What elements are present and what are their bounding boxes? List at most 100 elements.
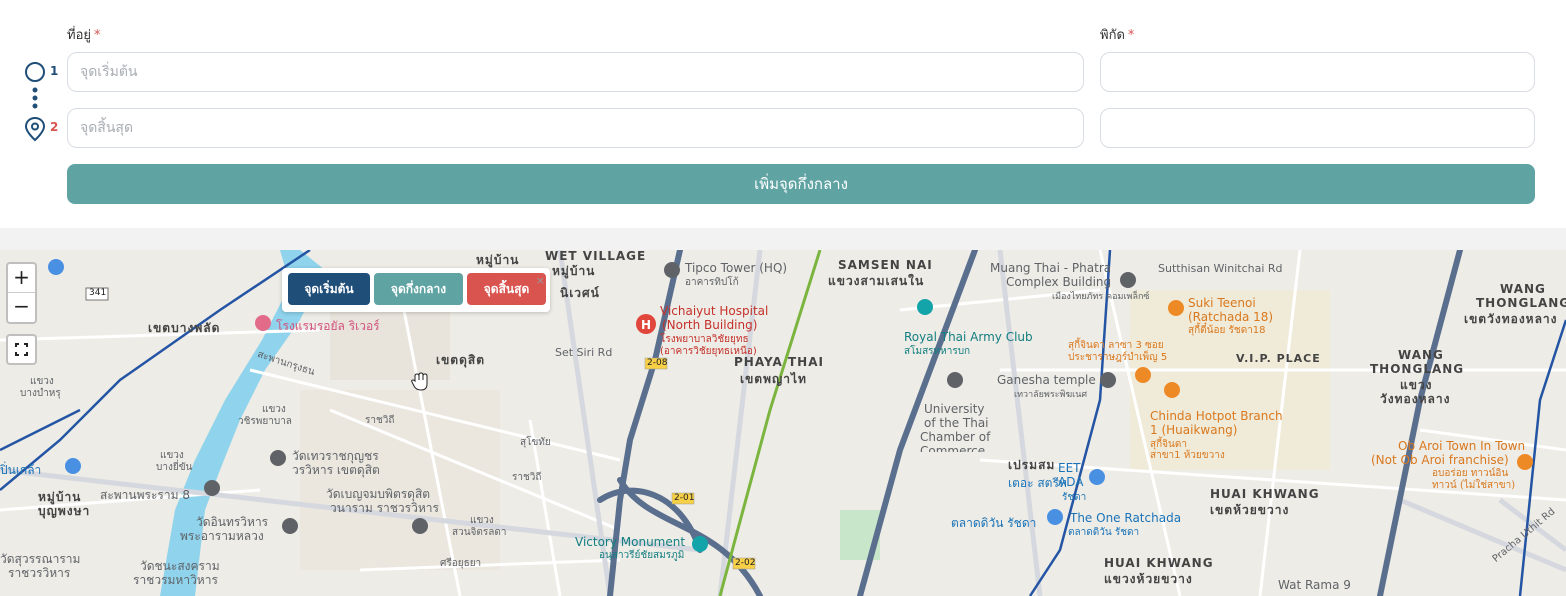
start-coord-input[interactable] [1100, 52, 1535, 92]
map-label: สวนจิตรลดา [452, 527, 507, 538]
map-label: บางยี่ขัน [156, 462, 193, 473]
required-mark: * [1127, 28, 1135, 43]
map-label: ปิ่นเกล้า [0, 463, 42, 477]
map-label: บางบำหรุ [20, 388, 61, 399]
map-label: ตลาดดิวัน รัชดา [951, 516, 1037, 530]
map-label: เทวาลัยพระพิฆเนศ [1014, 390, 1088, 400]
map-label: Vichaiyut Hospital [660, 304, 769, 318]
map-label: ราชวิถี [512, 472, 542, 483]
map-label: HUAI KHWANG [1210, 487, 1320, 501]
map-label: สาขา1 ห้วยขวาง [1150, 450, 1225, 461]
legend-start: จุดเริ่มต้น [288, 273, 370, 305]
map-label: EET [1058, 461, 1081, 475]
map-label: WANG [1398, 348, 1444, 362]
map-label: สุโขทัย [520, 437, 551, 448]
map-label: The One Ratchada [1070, 511, 1182, 525]
map-label: (Not Ob Aroi franchise) [1371, 453, 1509, 467]
map-label: THONGLANG [1370, 362, 1465, 376]
route-connector-icon [32, 87, 38, 109]
zoom-control: + − [6, 262, 37, 324]
required-mark: * [94, 28, 101, 43]
route-form: ที่อยู่* พิกัด* 1 2 เพิ่มจุดกึ่งกลาง [0, 0, 1566, 228]
map-label: University [924, 402, 985, 416]
map-label: เปรมสม [1008, 458, 1056, 472]
svg-text:H: H [641, 318, 651, 332]
grab-cursor-icon [411, 372, 428, 391]
map-label: อนุสาวรีย์ชัยสมรภูมิ [599, 550, 685, 561]
add-waypoint-button[interactable]: เพิ่มจุดกึ่งกลาง [67, 164, 1535, 204]
map-label: รัชดา [1062, 492, 1087, 503]
legend-middle: จุดกึ่งกลาง [374, 273, 463, 305]
legend-end: จุดสิ้นสุด [467, 273, 546, 305]
start-address-input[interactable] [67, 52, 1084, 92]
map-label: Royal Thai Army Club [904, 330, 1033, 344]
map-label: Complex Building [1006, 275, 1112, 289]
map-label: Muang Thai - Phatra [990, 261, 1112, 275]
map-label: V.I.P. PLACE [1236, 352, 1321, 365]
zoom-out-button[interactable]: − [8, 293, 35, 322]
map-label: เขตดุสิต [436, 353, 486, 367]
map-label: (North Building) [662, 318, 758, 332]
map-label: THONGLANG [1476, 296, 1566, 310]
map-label: 341 [89, 288, 107, 298]
end-coord-input[interactable] [1100, 108, 1535, 148]
zoom-in-button[interactable]: + [8, 264, 35, 293]
map-label: แขวงห้วยขวาง [1104, 572, 1193, 586]
map-label: วรวิหาร เขตดุสิต [292, 463, 380, 477]
map-label: วังทองหลาง [1380, 392, 1451, 406]
map-label: บุญพงษา [38, 504, 91, 518]
end-address-input[interactable] [67, 108, 1084, 148]
map-label: วชิรพยาบาล [238, 416, 292, 427]
map-label: HUAI KHWANG [1104, 556, 1214, 570]
start-circle-icon [25, 62, 45, 82]
map-label: เขตบางพลัด [148, 321, 221, 335]
map-label: Tipco Tower (HQ) [685, 261, 788, 275]
map-label: เขตวังทองหลาง [1464, 312, 1558, 326]
map-label: อาคารทิปโก้ [685, 277, 739, 288]
route-legend: จุดเริ่มต้น จุดกึ่งกลาง จุดสิ้นสุด × [282, 268, 550, 312]
map-label: นิเวศน์ [560, 286, 600, 300]
map-label: 2-08 [647, 358, 668, 368]
map-label: ราชวิถี [365, 415, 395, 426]
step-1-number: 1 [50, 64, 59, 78]
map-label: Suki Teenoi [1188, 296, 1256, 310]
map-label: ศรีอยุธยา [440, 558, 482, 569]
map-label: ประชาราษฎร์บำเพ็ญ 5 [1068, 352, 1168, 363]
fullscreen-icon [15, 343, 28, 356]
fullscreen-button[interactable] [6, 334, 37, 365]
map-label: เตอะ สตรีท [1008, 476, 1067, 490]
map-label: สะพานพระราม 8 [100, 488, 190, 502]
map-label: Sutthisan Winitchai Rd [1158, 262, 1283, 275]
map-label: of the Thai [924, 416, 989, 430]
map-label: แขวงสามเสนใน [828, 274, 925, 288]
map-label: SAMSEN NAI [838, 258, 933, 272]
map-label: Commerce [920, 444, 986, 452]
map-label: PHAYA THAI [734, 355, 824, 369]
address-label-text: ที่อยู่ [67, 28, 91, 43]
map-label: Ob Aroi Town In Town [1398, 439, 1526, 453]
map-canvas[interactable]: H หมู่บ้าน WET VILLAGE หมู่บ้าน นิเวศน์ … [0, 250, 1566, 596]
map-label: 2-01 [674, 493, 695, 503]
map-label: 2-02 [735, 558, 756, 568]
map-label: Chinda Hotpot Branch [1150, 409, 1283, 423]
map-label: (Ratchada 18) [1188, 310, 1274, 324]
coord-label-text: พิกัด [1100, 28, 1125, 43]
map-label: ราชวรวิหาร [8, 566, 71, 580]
map-label: เขตพญาไท [740, 372, 807, 386]
address-label: ที่อยู่ * [67, 24, 101, 45]
map-label: ราชวรมหาวิหาร [133, 573, 218, 587]
map-label: ทาวน์ (ไม่ใช่สาขา) [1432, 480, 1516, 491]
map-label: โรงแรมรอยัล ริเวอร์ [276, 319, 380, 333]
map-label: Chamber of [920, 430, 991, 444]
map-label: Set Siri Rd [555, 346, 613, 359]
step-2-number: 2 [50, 120, 59, 134]
map-label: หมู่บ้าน [552, 264, 596, 278]
map-label: พระอารามหลวง [180, 529, 264, 543]
map-label: Wat Rama 9 [1278, 578, 1351, 592]
section-divider [0, 228, 1566, 250]
map-label: ตลาดดิวัน รัชดา [1068, 527, 1140, 538]
map-label: วนาราม ราชวรวิหาร [330, 501, 439, 515]
legend-close-icon[interactable]: × [536, 274, 545, 287]
map-label: สุกี้ตี๋น้อย รัชดา18 [1188, 325, 1266, 336]
map-label: Victory Monument [575, 535, 686, 549]
